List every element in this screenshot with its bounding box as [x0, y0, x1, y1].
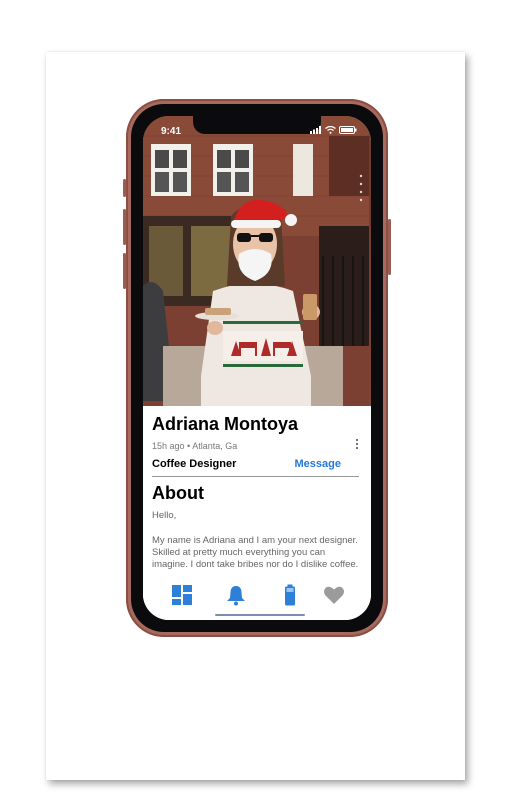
status-icons: [310, 126, 357, 134]
tab-favorites[interactable]: [323, 584, 347, 608]
bell-icon: [227, 586, 245, 606]
tab-dashboard[interactable]: [171, 584, 195, 608]
mute-switch: [123, 179, 126, 197]
tab-battery[interactable]: [279, 584, 303, 608]
profile-photo[interactable]: 9:41: [143, 116, 371, 406]
tab-notifications[interactable]: [225, 584, 249, 608]
volume-down-button: [123, 253, 126, 289]
heart-icon: [324, 586, 344, 604]
tab-bar: [143, 572, 371, 620]
volume-up-button: [123, 209, 126, 245]
power-button: [388, 219, 391, 275]
photo-illustration: [143, 116, 369, 406]
battery-status-icon: [339, 126, 357, 134]
dashboard-icon: [172, 585, 192, 605]
status-bar: 9:41: [143, 116, 371, 142]
about-greeting: Hello,: [152, 510, 177, 521]
phone-mockup: 9:41 Adriana Montoya 15h ago • Atlanta, …: [123, 99, 391, 637]
wifi-icon: [325, 126, 336, 134]
divider: [152, 476, 359, 477]
home-indicator: [215, 614, 305, 616]
about-heading: About: [152, 483, 204, 503]
profile-info: Adriana Montoya 15h ago • Atlanta, Ga Co…: [143, 406, 371, 620]
profile-meta: 15h ago • Atlanta, Ga: [152, 441, 238, 451]
app-screen: 9:41 Adriana Montoya 15h ago • Atlanta, …: [143, 116, 371, 620]
more-options-icon[interactable]: [355, 438, 359, 450]
profile-name: Adriana Montoya: [152, 414, 299, 434]
signal-icon: [310, 126, 321, 134]
profile-role: Coffee Designer: [152, 458, 237, 470]
status-time: 9:41: [161, 126, 182, 137]
screen-bezel: 9:41 Adriana Montoya 15h ago • Atlanta, …: [131, 104, 383, 632]
battery-icon: [285, 584, 295, 606]
message-button[interactable]: Message: [295, 458, 341, 470]
